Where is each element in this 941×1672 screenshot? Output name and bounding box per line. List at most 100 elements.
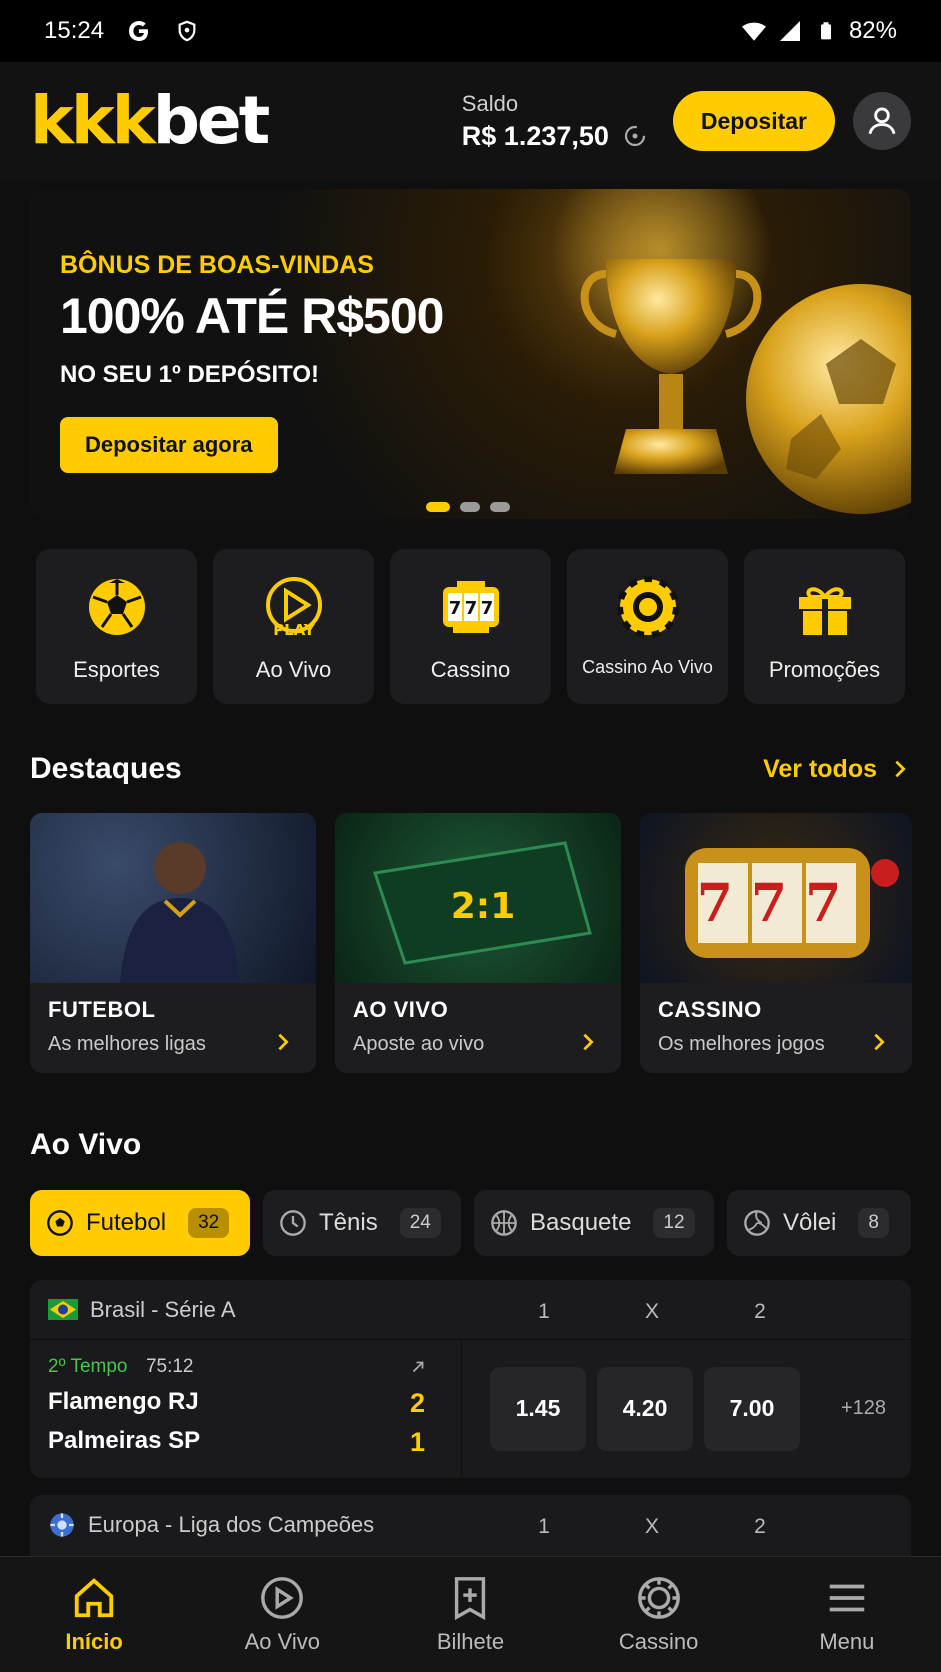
battery-level: 82% bbox=[848, 17, 897, 44]
menu-icon bbox=[829, 1584, 865, 1611]
odds-header: 1 bbox=[538, 1300, 550, 1323]
chevron-right-icon bbox=[278, 1033, 289, 1051]
status-time: 15:24 bbox=[44, 17, 105, 44]
nav-label: Bilhete bbox=[436, 1628, 505, 1654]
odd-draw-button[interactable]: 4.20 bbox=[597, 1366, 693, 1451]
nav-ao-vivo[interactable]: Ao Vivo bbox=[212, 1575, 352, 1655]
card-title: FUTEBOL bbox=[48, 997, 156, 1022]
quick-item-label: Ao Vivo bbox=[255, 657, 332, 682]
quick-item-esportes[interactable]: Esportes bbox=[36, 549, 197, 704]
carousel-dot[interactable] bbox=[460, 502, 480, 512]
odds-header: 2 bbox=[754, 1300, 766, 1323]
odds-header: X bbox=[644, 1300, 659, 1323]
odd-away-button[interactable]: 7.00 bbox=[704, 1366, 800, 1451]
logo[interactable]: kkkbet bbox=[30, 88, 270, 154]
tab-futebol[interactable]: Futebol 32 bbox=[30, 1190, 250, 1256]
odds-headers: 1 X 2 bbox=[490, 1300, 814, 1324]
signal-icon bbox=[777, 18, 803, 44]
see-all-link[interactable]: Ver todos bbox=[763, 755, 911, 784]
bottom-nav: Início Ao Vivo Bilhete Cassino Menu bbox=[0, 1556, 941, 1672]
highlight-card-cassino[interactable]: 777 CASSINO Os melhores jogos bbox=[640, 813, 912, 1073]
nav-label: Ao Vivo bbox=[244, 1628, 320, 1654]
highlight-cards: FUTEBOL As melhores ligas 2:1 AO VIVO Ap… bbox=[30, 813, 912, 1073]
user-icon bbox=[868, 107, 896, 135]
chevron-right-icon bbox=[583, 1033, 594, 1051]
quick-item-label: Cassino bbox=[430, 657, 511, 682]
quick-menu: Esportes PLAY Ao Vivo 777 Cassino Cassin… bbox=[36, 549, 905, 704]
quick-item-label: Promoções bbox=[768, 657, 881, 682]
nav-label: Início bbox=[65, 1628, 123, 1654]
google-icon bbox=[126, 18, 152, 44]
tab-count: 32 bbox=[188, 1208, 230, 1238]
svg-text:7: 7 bbox=[464, 598, 477, 619]
nav-bilhete[interactable]: Bilhete bbox=[400, 1575, 540, 1655]
nav-inicio[interactable]: Início bbox=[24, 1575, 164, 1655]
soccer-ball-icon bbox=[88, 579, 145, 635]
tab-basquete[interactable]: Basquete 12 bbox=[474, 1190, 714, 1256]
match-row[interactable]: 2º Tempo 75:12 Flamengo RJ 2 Palmeiras S… bbox=[30, 1340, 911, 1477]
nav-menu[interactable]: Menu bbox=[777, 1575, 917, 1655]
tab-count: 12 bbox=[653, 1208, 695, 1238]
tab-tenis[interactable]: Tênis 24 bbox=[263, 1190, 461, 1256]
football-player-image bbox=[30, 813, 316, 983]
logo-part-bet: bet bbox=[152, 82, 271, 159]
quick-item-cassino[interactable]: 777 Cassino bbox=[390, 549, 551, 704]
nav-label: Menu bbox=[819, 1628, 875, 1654]
refresh-icon[interactable] bbox=[623, 124, 647, 148]
trophy-ball-illustration bbox=[551, 189, 911, 514]
slot-777-icon: 777 bbox=[442, 581, 499, 633]
svg-text:PLAY: PLAY bbox=[273, 621, 316, 639]
tab-volei[interactable]: Vôlei 8 bbox=[727, 1190, 911, 1256]
tab-label: Tênis bbox=[319, 1209, 378, 1236]
slot-reels: 777 bbox=[697, 873, 860, 934]
highlight-card-futebol[interactable]: FUTEBOL As melhores ligas bbox=[30, 813, 316, 1073]
more-markets-link[interactable]: +128 bbox=[841, 1397, 886, 1420]
see-all-label: Ver todos bbox=[763, 754, 877, 783]
balance-value: R$ 1.237,50 bbox=[461, 120, 609, 151]
banner-subtitle: BÔNUS DE BOAS-VINDAS bbox=[60, 251, 374, 279]
card-title: AO VIVO bbox=[353, 997, 449, 1022]
carousel-dots bbox=[426, 502, 510, 512]
card-title: CASSINO bbox=[658, 997, 762, 1022]
live-play-icon bbox=[261, 1576, 304, 1619]
deposit-button[interactable]: Depositar bbox=[672, 91, 835, 151]
balance-label: Saldo bbox=[461, 90, 519, 116]
carousel-dot[interactable] bbox=[490, 502, 510, 512]
quick-item-label: Esportes bbox=[73, 657, 160, 682]
highlights-title: Destaques bbox=[30, 752, 182, 785]
nav-cassino[interactable]: Cassino bbox=[589, 1575, 729, 1655]
banner-title: 100% ATÉ R$500 bbox=[60, 288, 444, 344]
nav-label: Cassino bbox=[618, 1628, 699, 1654]
odd-home-button[interactable]: 1.45 bbox=[490, 1366, 586, 1451]
soccer-ball-icon bbox=[47, 1210, 73, 1236]
quick-item-label: Cassino Ao Vivo bbox=[582, 657, 713, 677]
avatar[interactable] bbox=[853, 92, 911, 150]
status-bar: 15:24 82% bbox=[0, 0, 941, 62]
carousel-dot[interactable] bbox=[426, 502, 450, 512]
card-subtitle: As melhores ligas bbox=[48, 1033, 206, 1055]
play-live-icon: PLAY bbox=[265, 577, 322, 639]
promo-banner[interactable]: BÔNUS DE BOAS-VINDAS 100% ATÉ R$500 NO S… bbox=[30, 189, 911, 519]
board-score: 2:1 bbox=[451, 886, 516, 927]
quick-item-cassino-ao-vivo[interactable]: Cassino Ao Vivo bbox=[567, 549, 728, 704]
bet-slip-icon bbox=[455, 1576, 486, 1620]
app-header: kkkbet Saldo R$ 1.237,50 Depositar bbox=[0, 62, 941, 180]
casino-chip-icon bbox=[637, 1576, 680, 1619]
match-period: 2º Tempo bbox=[48, 1356, 128, 1377]
card-subtitle: Aposte ao vivo bbox=[353, 1033, 485, 1055]
deposit-now-button[interactable]: Depositar agora bbox=[60, 417, 278, 473]
league-card: Brasil - Série A 1 X 2 2º Tempo 75:12 Fl… bbox=[30, 1280, 911, 1478]
home-icon bbox=[74, 1577, 114, 1617]
league-header: Europa - Liga dos Campeões 1 X 2 bbox=[30, 1495, 911, 1555]
volleyball-icon bbox=[744, 1210, 770, 1236]
card-subtitle: Os melhores jogos bbox=[658, 1033, 825, 1055]
svg-text:7: 7 bbox=[448, 598, 461, 619]
stats-icon[interactable] bbox=[409, 1358, 427, 1376]
quick-item-ao-vivo[interactable]: PLAY Ao Vivo bbox=[213, 549, 374, 704]
odds-header: 2 bbox=[754, 1515, 766, 1538]
league-name: Brasil - Série A bbox=[90, 1296, 236, 1322]
highlights-header: Destaques Ver todos bbox=[30, 752, 911, 786]
tab-count: 24 bbox=[399, 1208, 441, 1238]
quick-item-promocoes[interactable]: Promoções bbox=[744, 549, 905, 704]
highlight-card-ao-vivo[interactable]: 2:1 AO VIVO Aposte ao vivo bbox=[335, 813, 621, 1073]
